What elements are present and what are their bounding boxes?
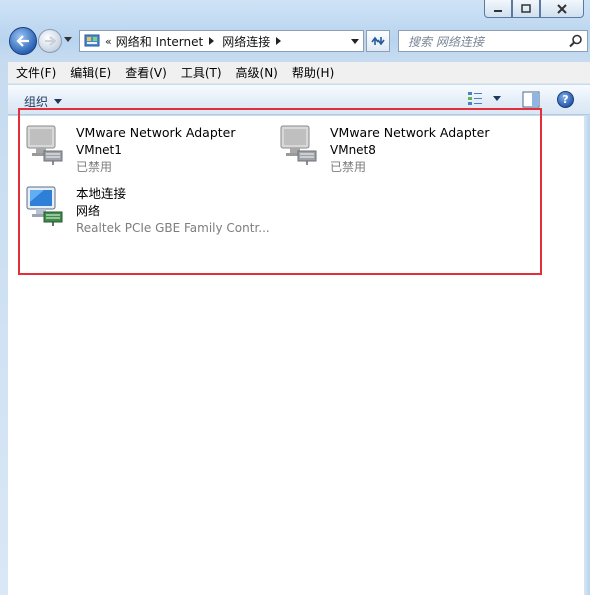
window-caption-buttons [484,0,584,18]
help-icon[interactable]: ? [557,91,574,108]
organize-dropdown-icon [54,99,63,104]
network-adapter-icon [26,186,63,226]
adapter-status: 已禁用 [330,160,367,174]
breadcrumb-separator-icon[interactable] [276,37,282,45]
address-bar[interactable]: « 网络和 Internet 网络连接 [79,30,364,52]
command-bar: 组织 ? [8,85,590,115]
menu-file[interactable]: 文件(F) [16,64,56,81]
organize-label: 组织 [24,95,49,109]
search-box[interactable]: 搜索 网络连接 [398,30,588,52]
navigation-bar: « 网络和 Internet 网络连接 搜索 网络连接 [0,24,590,60]
breadcrumb-network-internet[interactable]: 网络和 Internet [116,33,203,50]
refresh-button[interactable] [366,30,390,52]
menu-tools[interactable]: 工具(T) [181,64,222,81]
search-placeholder[interactable]: 搜索 网络连接 [408,33,484,50]
adapter-network: VMnet1 [76,142,122,157]
minimize-icon [494,9,502,12]
organize-button[interactable]: 组织 [24,93,63,110]
disabled-network-adapter-icon [280,125,317,165]
address-history-dropdown-icon[interactable] [351,39,359,44]
window-right-edge [584,116,590,595]
adapter-name: VMware Network Adapter [76,125,236,140]
adapter-item-vmnet8[interactable]: VMware Network Adapter VMnet8 已禁用 [278,124,490,177]
adapter-item-vmnet1[interactable]: VMware Network Adapter VMnet1 已禁用 [24,124,236,177]
control-panel-icon [84,34,100,47]
adapter-network: VMnet8 [330,142,376,157]
view-dropdown-icon [493,95,501,101]
adapter-name: 本地连接 [76,186,127,201]
forward-arrow-icon [45,36,56,46]
disabled-network-adapter-icon [26,125,63,165]
breadcrumb-network-connections[interactable]: 网络连接 [222,33,270,50]
breadcrumb-separator-icon[interactable] [209,37,215,45]
recent-pages-dropdown-icon[interactable] [64,37,72,43]
menu-view[interactable]: 查看(V) [125,64,167,81]
adapter-name: VMware Network Adapter [330,125,490,140]
maximize-button[interactable] [512,0,540,18]
search-icon[interactable] [569,34,583,48]
view-options-icon [468,92,482,105]
preview-pane-icon[interactable] [522,91,540,108]
menu-help[interactable]: 帮助(H) [292,64,334,81]
close-button[interactable] [540,0,584,18]
adapter-network: 网络 [76,203,101,218]
menu-edit[interactable]: 编辑(E) [70,64,111,81]
adapter-device: Realtek PCIe GBE Family Contr... [76,221,270,235]
menu-bar: 文件(F) 编辑(E) 查看(V) 工具(T) 高级(N) 帮助(H) [8,62,590,84]
refresh-icon [371,36,385,46]
address-overflow-chevron[interactable]: « [105,35,112,48]
menu-advanced[interactable]: 高级(N) [236,64,278,81]
maximize-icon [521,4,531,13]
close-icon [557,3,567,14]
forward-button[interactable] [38,29,62,53]
back-arrow-icon [16,35,29,47]
change-view-button[interactable] [467,91,501,105]
adapter-item-local-connection[interactable]: 本地连接 网络 Realtek PCIe GBE Family Contr... [24,185,270,238]
back-button[interactable] [9,27,37,55]
adapter-status: 已禁用 [76,160,113,174]
minimize-button[interactable] [484,0,512,18]
